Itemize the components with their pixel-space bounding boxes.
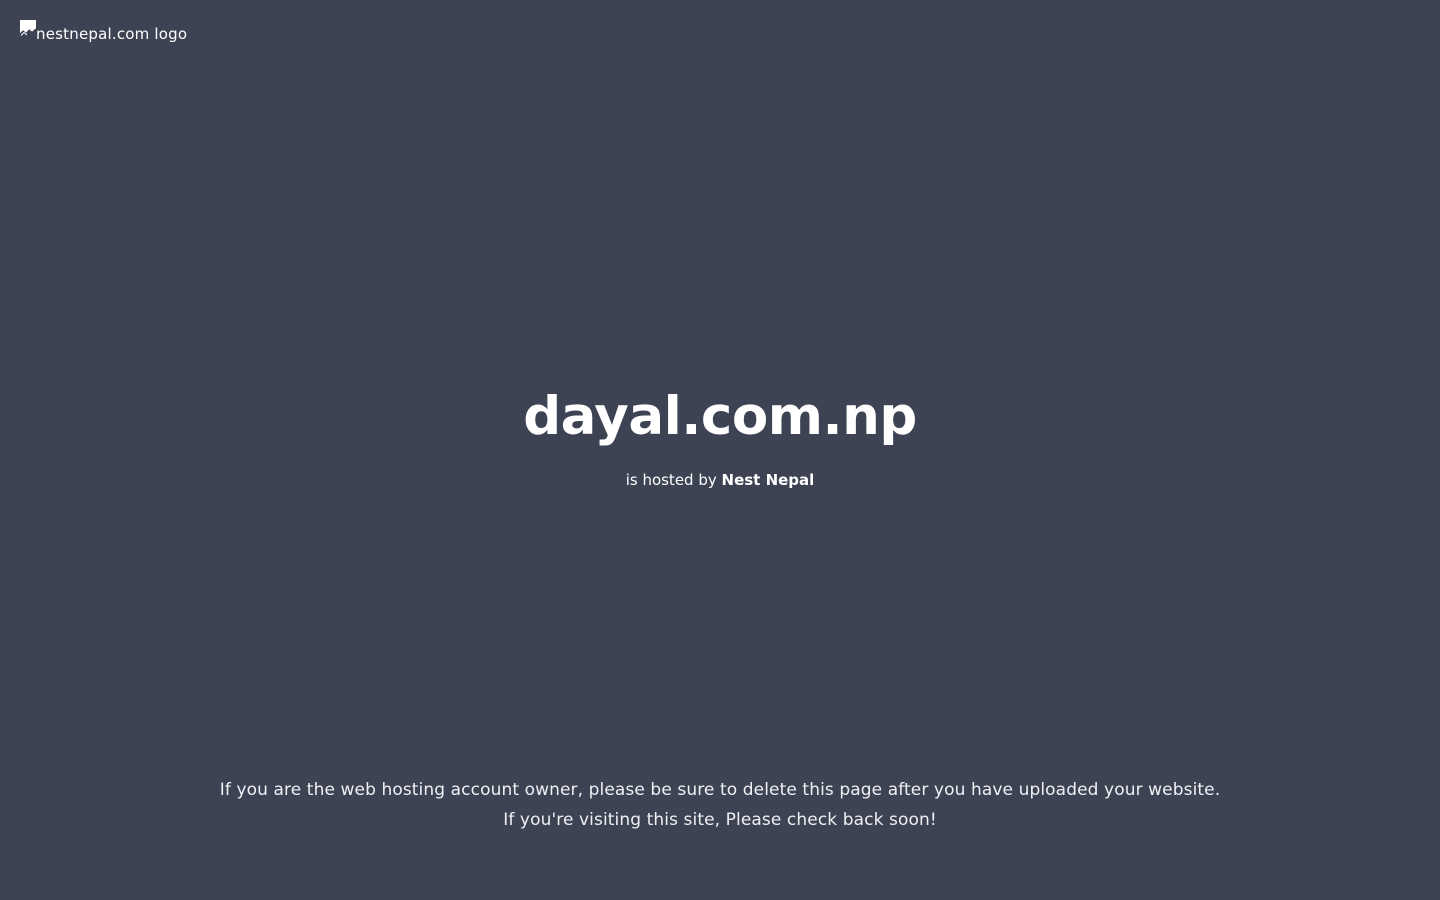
host-name: Nest Nepal (721, 471, 815, 489)
parking-page: nestnepal.com logo dayal.com.np is hoste… (0, 0, 1440, 900)
footer-line-visitor: If you're visiting this site, Please che… (503, 810, 937, 830)
logo-alt-text: nestnepal.com logo (36, 25, 188, 43)
hosted-by-line: is hosted by Nest Nepal (0, 468, 1440, 492)
site-logo: nestnepal.com logo (20, 20, 187, 44)
domain-title: dayal.com.np (523, 386, 917, 447)
hosted-by-prefix: is hosted by (625, 471, 722, 489)
broken-image-icon (20, 20, 36, 36)
footer-line-owner: If you are the web hosting account owner… (219, 780, 1221, 800)
footer-note: If you are the web hosting account owner… (0, 775, 1440, 835)
